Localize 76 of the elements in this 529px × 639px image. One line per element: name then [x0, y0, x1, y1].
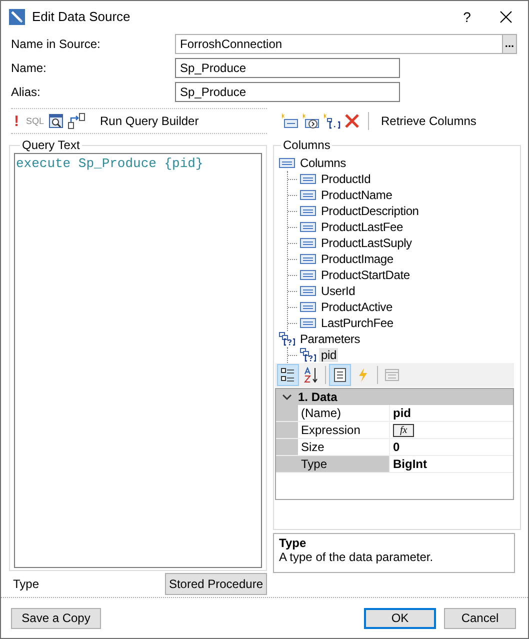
tree-item[interactable]: ProductActive [319, 300, 394, 314]
add-calculated-column-icon[interactable] [302, 113, 320, 129]
description-text: A type of the data parameter. [279, 550, 434, 564]
property-name[interactable]: (Name) [298, 405, 390, 421]
tree-item[interactable]: UserId [319, 284, 358, 298]
column-icon [300, 317, 316, 329]
column-icon [300, 237, 316, 249]
window-title: Edit Data Source [32, 9, 132, 24]
tree-item[interactable]: ProductLastSuply [319, 236, 414, 250]
app-icon [9, 8, 25, 24]
help-button[interactable]: ? [444, 8, 490, 24]
column-icon [300, 205, 316, 217]
property-name[interactable]: Expression [298, 422, 390, 438]
dialog-button[interactable]: Save a Copy [11, 608, 101, 628]
column-icon [300, 173, 316, 185]
expression-button[interactable]: fx [393, 424, 414, 436]
row-margin [276, 456, 298, 472]
field-label: Name in Source: [11, 37, 102, 51]
type-dropdown[interactable]: Stored Procedure [164, 573, 267, 595]
property-name[interactable]: Size [298, 439, 390, 455]
builder-icon[interactable] [68, 113, 86, 129]
property-value[interactable]: BigInt [393, 456, 427, 472]
preview-icon[interactable] [48, 113, 64, 129]
tree-item[interactable]: LastPurchFee [319, 316, 396, 330]
dialog-button[interactable]: OK [364, 608, 436, 628]
run-button[interactable]: ! [11, 112, 22, 130]
browse-button[interactable]: ... [502, 35, 516, 53]
properties-icon [332, 367, 348, 383]
tree-item[interactable]: ProductLastFee [319, 220, 405, 234]
categorized-icon [280, 367, 296, 383]
column-icon [300, 301, 316, 313]
tree-item[interactable]: pid [319, 348, 338, 362]
row-margin [276, 422, 298, 438]
property-value[interactable]: pid [393, 405, 411, 421]
categorized-button[interactable] [277, 364, 299, 386]
property-pages-icon [384, 367, 400, 383]
description-title: Type [279, 536, 308, 550]
run-query-builder-button[interactable]: Run Query Builder [96, 114, 203, 128]
type-label: Type [13, 577, 40, 591]
delete-icon[interactable] [344, 113, 360, 129]
query-editor[interactable]: execute Sp_Produce {pid} [14, 153, 262, 568]
tree-item[interactable]: ProductImage [319, 252, 396, 266]
sql-button[interactable]: SQL [26, 116, 44, 126]
tree-item[interactable]: Parameters [298, 332, 362, 346]
input-field[interactable]: Sp_Produce [175, 58, 400, 78]
column-icon [300, 253, 316, 265]
add-column-icon[interactable] [281, 113, 299, 129]
add-parameter-icon[interactable] [323, 113, 341, 129]
tree-item[interactable]: ProductName [319, 188, 394, 202]
sort-icon [303, 367, 319, 383]
parameter-icon [300, 348, 316, 362]
close-icon[interactable] [500, 10, 512, 22]
column-icon [279, 157, 295, 169]
tree-item[interactable]: ProductId [319, 172, 373, 186]
field-label: Alias: [11, 85, 42, 99]
dialog-button[interactable]: Cancel [444, 608, 516, 628]
tree-item[interactable]: Columns [298, 156, 348, 170]
chevron-down-icon[interactable] [282, 393, 292, 401]
source-field[interactable]: ForroshConnection ... [175, 34, 517, 54]
properties-button[interactable] [329, 364, 351, 386]
field-label: Name: [11, 61, 48, 75]
group-title: Columns [282, 138, 332, 152]
parameter-icon [279, 332, 295, 346]
column-icon [300, 285, 316, 297]
column-icon [300, 221, 316, 233]
group-title: Query Text [21, 138, 81, 152]
tree-item[interactable]: ProductStartDate [319, 268, 412, 282]
category-title: 1. Data [298, 390, 338, 404]
tree-item[interactable]: ProductDescription [319, 204, 421, 218]
column-icon [300, 269, 316, 281]
property-value[interactable]: 0 [393, 439, 400, 455]
row-margin [276, 439, 298, 455]
retrieve-columns-button[interactable]: Retrieve Columns [377, 114, 480, 128]
property-name[interactable]: Type [298, 456, 390, 472]
column-icon [300, 189, 316, 201]
input-field[interactable]: Sp_Produce [175, 82, 400, 102]
